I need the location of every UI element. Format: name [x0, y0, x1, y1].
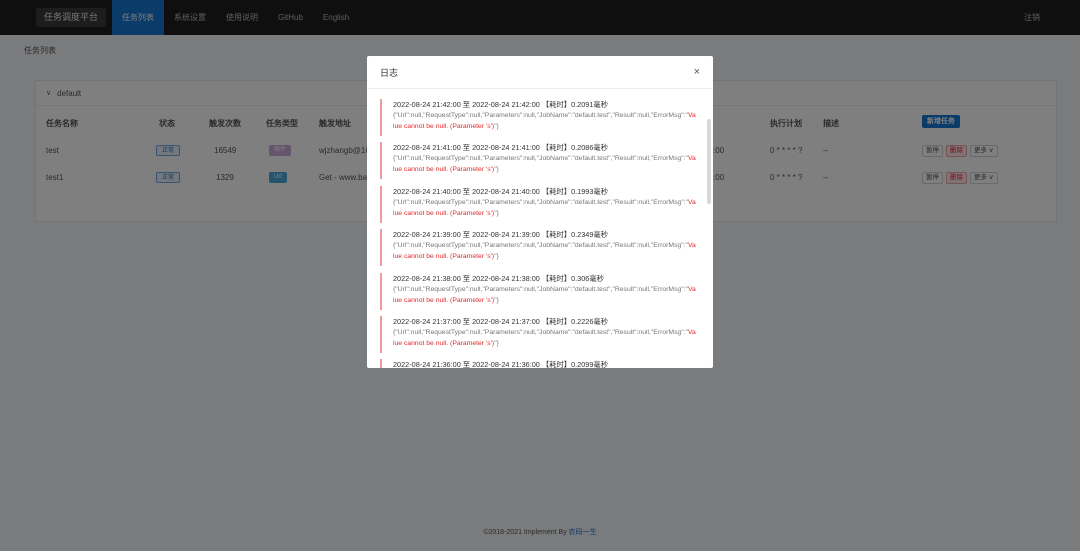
log-item: 2022-08-24 21:36:00 至 2022-08-24 21:36:0…	[380, 359, 696, 368]
scrollbar-thumb[interactable]	[707, 119, 711, 204]
log-item: 2022-08-24 21:37:00 至 2022-08-24 21:37:0…	[380, 316, 696, 353]
close-icon[interactable]: ×	[694, 66, 700, 78]
log-header: 2022-08-24 21:42:00 至 2022-08-24 21:42:0…	[393, 100, 608, 109]
log-header: 2022-08-24 21:41:00 至 2022-08-24 21:41:0…	[393, 143, 608, 152]
log-item: 2022-08-24 21:42:00 至 2022-08-24 21:42:0…	[380, 99, 696, 136]
log-detail: {"Url":null,"RequestType":null,"Paramete…	[393, 155, 696, 173]
log-item: 2022-08-24 21:39:00 至 2022-08-24 21:39:0…	[380, 229, 696, 266]
log-item: 2022-08-24 21:41:00 至 2022-08-24 21:41:0…	[380, 142, 696, 179]
log-detail: {"Url":null,"RequestType":null,"Paramete…	[393, 199, 696, 217]
log-header: 2022-08-24 21:36:00 至 2022-08-24 21:36:0…	[393, 360, 608, 368]
modal-title: 日志	[380, 67, 399, 78]
log-item: 2022-08-24 21:40:00 至 2022-08-24 21:40:0…	[380, 186, 696, 223]
log-header: 2022-08-24 21:38:00 至 2022-08-24 21:38:0…	[393, 274, 604, 283]
log-modal: 日志 × 2022-08-24 21:42:00 至 2022-08-24 21…	[367, 56, 713, 368]
log-header: 2022-08-24 21:40:00 至 2022-08-24 21:40:0…	[393, 187, 608, 196]
log-item: 2022-08-24 21:38:00 至 2022-08-24 21:38:0…	[380, 273, 696, 310]
log-header: 2022-08-24 21:37:00 至 2022-08-24 21:37:0…	[393, 317, 608, 326]
log-list[interactable]: 2022-08-24 21:42:00 至 2022-08-24 21:42:0…	[367, 89, 713, 368]
log-detail: {"Url":null,"RequestType":null,"Paramete…	[393, 329, 696, 347]
modal-header: 日志 ×	[367, 56, 713, 89]
log-header: 2022-08-24 21:39:00 至 2022-08-24 21:39:0…	[393, 230, 608, 239]
log-detail: {"Url":null,"RequestType":null,"Paramete…	[393, 242, 696, 260]
log-detail: {"Url":null,"RequestType":null,"Paramete…	[393, 112, 696, 130]
log-detail: {"Url":null,"RequestType":null,"Paramete…	[393, 286, 696, 304]
